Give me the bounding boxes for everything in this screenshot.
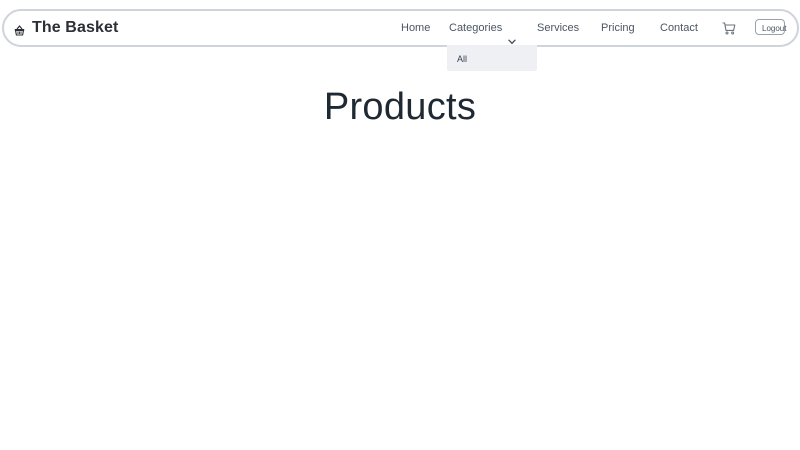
chevron-down-icon (508, 25, 516, 45)
navbar: The Basket Home Categories Services Pric… (2, 9, 799, 47)
nav-pricing[interactable]: Pricing (601, 11, 635, 45)
logout-button[interactable]: Logout (755, 19, 786, 35)
nav-services[interactable]: Services (537, 11, 579, 45)
page-title: Products (323, 86, 477, 128)
nav-categories[interactable]: Categories (449, 11, 516, 45)
brand[interactable]: The Basket (14, 11, 118, 45)
cart-icon[interactable] (722, 22, 736, 35)
brand-title: The Basket (32, 19, 119, 36)
nav-categories-label: Categories (449, 22, 503, 34)
categories-dropdown: All (447, 45, 537, 71)
dropdown-item-all[interactable]: All (457, 45, 467, 73)
basket-icon (14, 23, 25, 36)
nav-home[interactable]: Home (401, 11, 430, 45)
nav-contact[interactable]: Contact (660, 11, 698, 45)
